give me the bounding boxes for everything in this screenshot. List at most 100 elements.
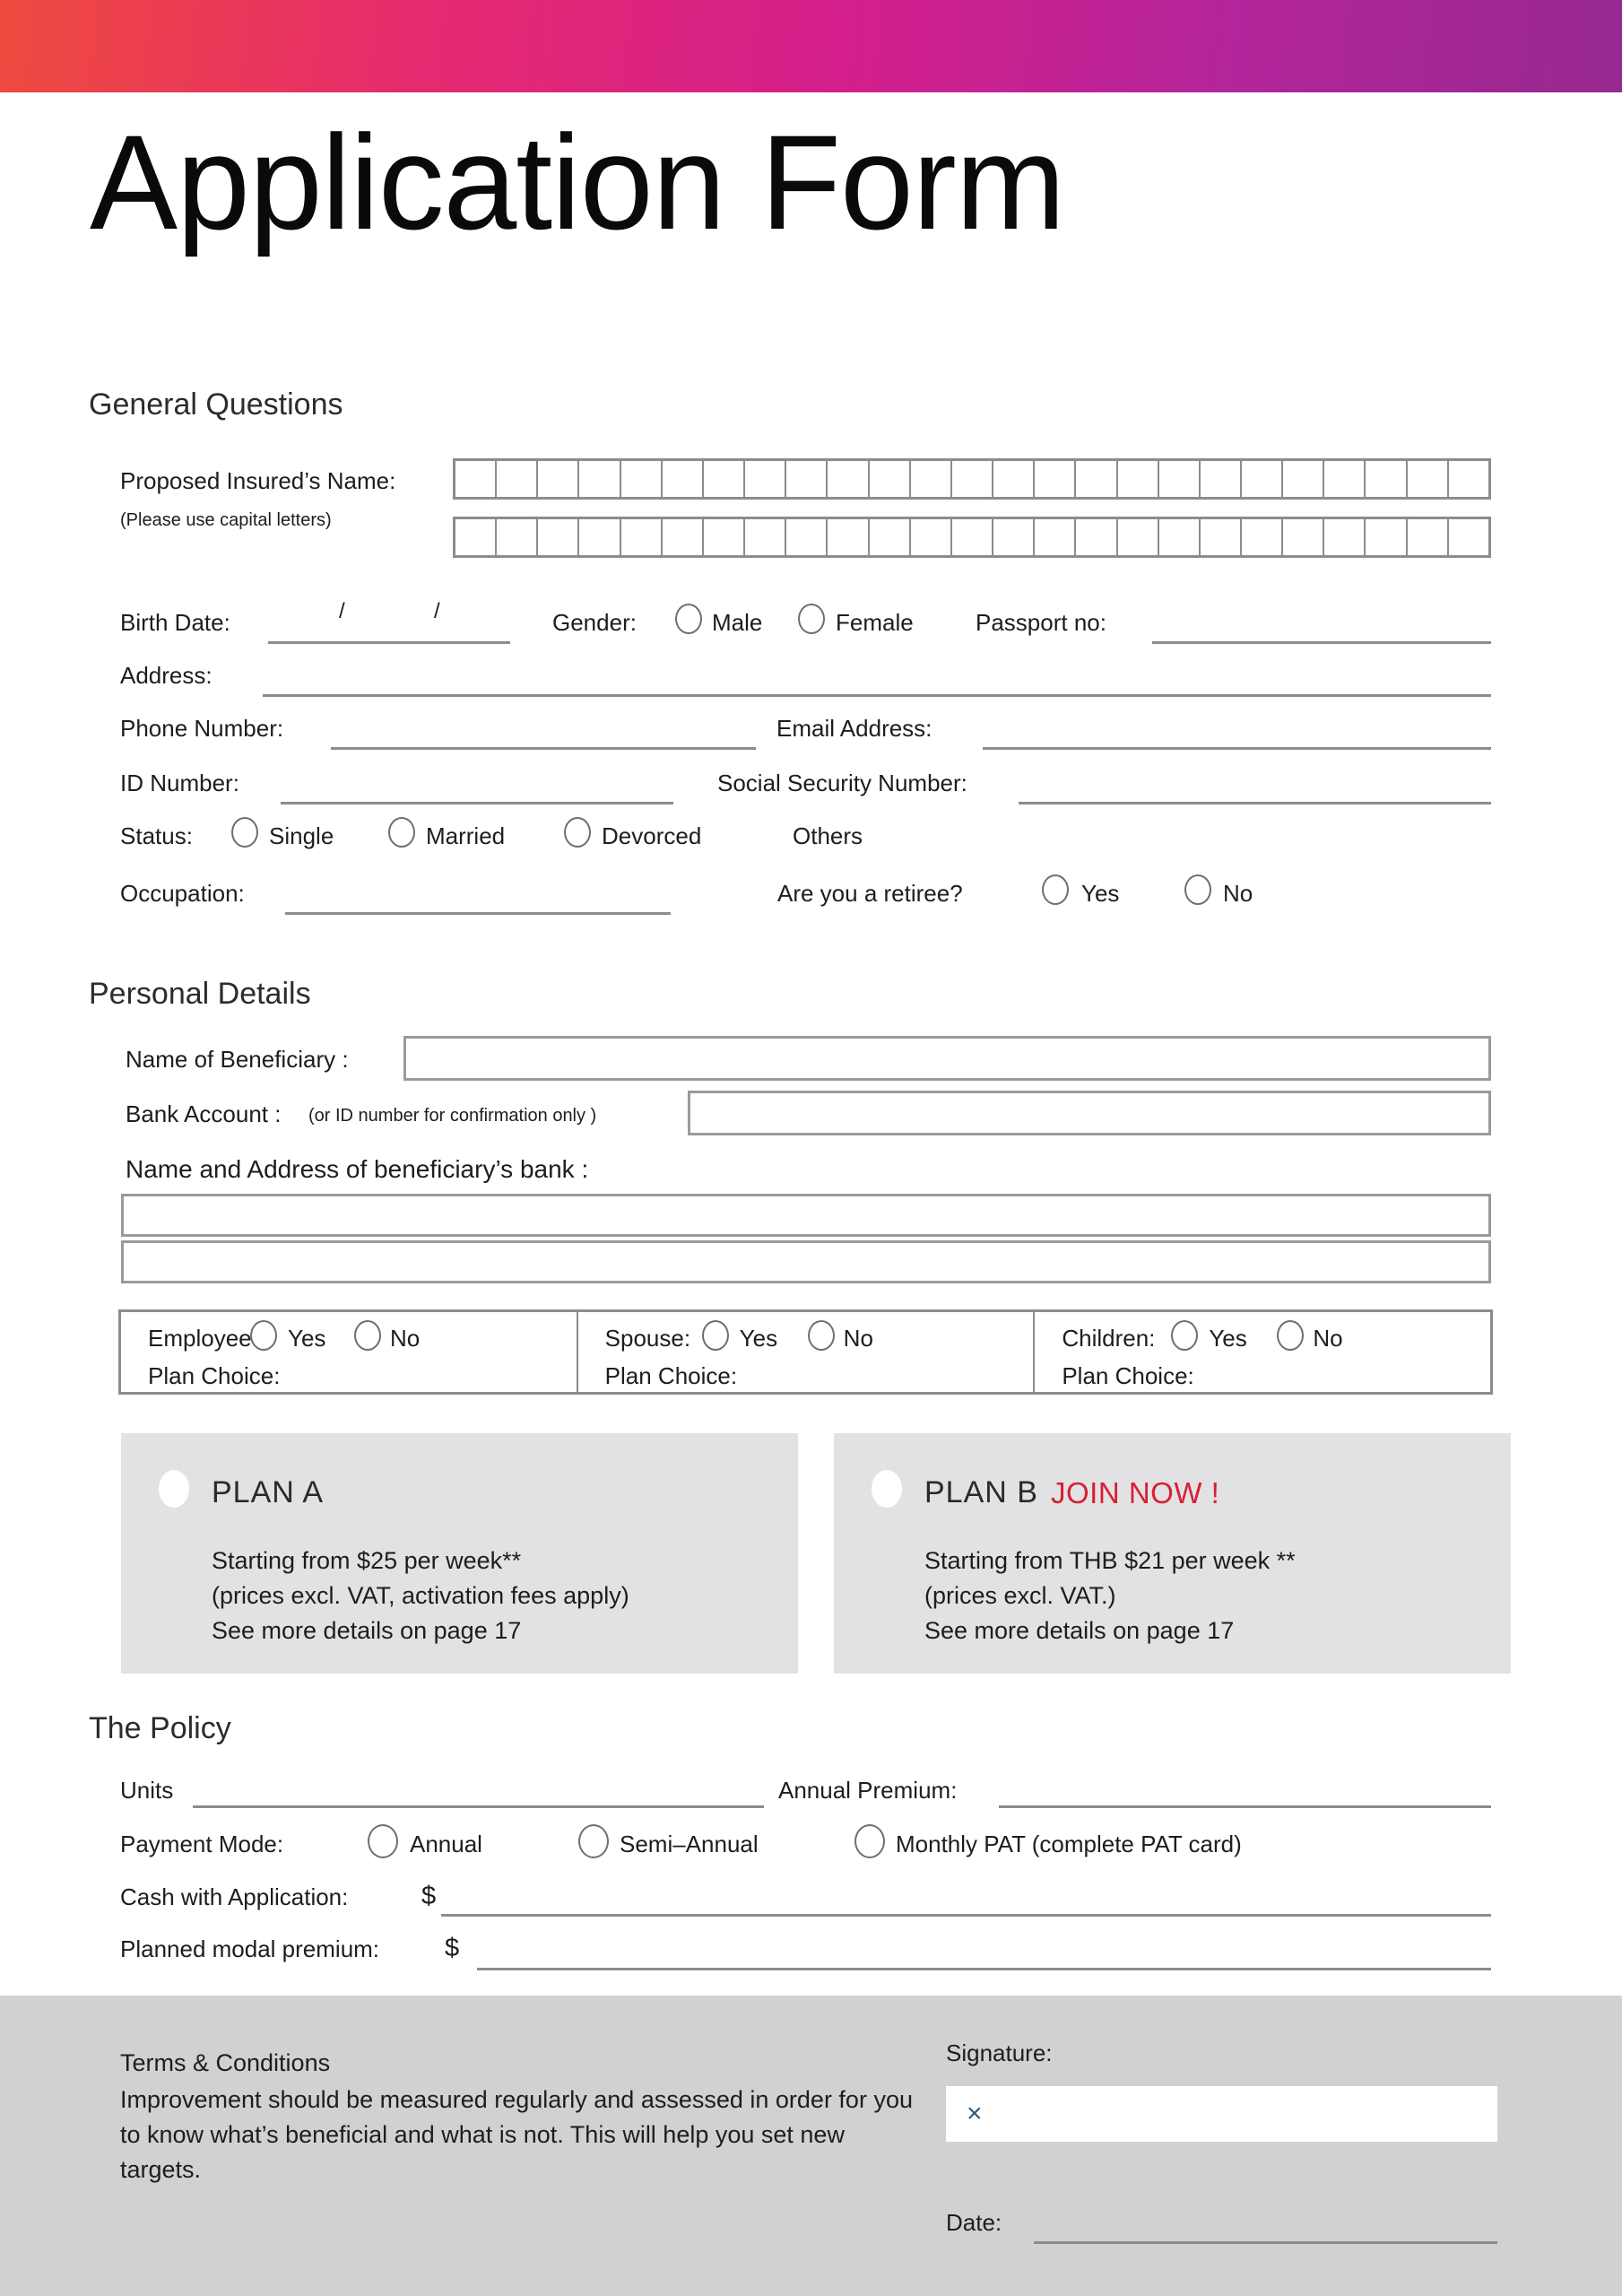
- beneficiary-name-input[interactable]: [403, 1036, 1491, 1081]
- insured-name-row1-input[interactable]: [453, 458, 1491, 500]
- name-character-cell[interactable]: [704, 461, 746, 497]
- page-title: Application Form: [90, 107, 1065, 257]
- name-character-cell[interactable]: [952, 461, 994, 497]
- name-character-cell[interactable]: [828, 461, 870, 497]
- plan-b-radio[interactable]: [872, 1470, 902, 1508]
- retiree-question-label: Are you a retiree?: [777, 880, 963, 907]
- plan-b-panel[interactable]: PLAN B JOIN NOW ! Starting from THB $21 …: [834, 1433, 1511, 1674]
- terms-conditions-title: Terms & Conditions: [120, 2049, 331, 2076]
- insured-name-row2-input[interactable]: [453, 517, 1491, 558]
- gender-male-radio[interactable]: [675, 604, 702, 634]
- name-character-cell[interactable]: [1159, 519, 1201, 555]
- name-character-cell[interactable]: [663, 519, 704, 555]
- coverage-no-radio[interactable]: [354, 1320, 381, 1351]
- status-single-radio[interactable]: [231, 817, 258, 848]
- name-character-cell[interactable]: [704, 519, 746, 555]
- name-character-cell[interactable]: [1366, 519, 1408, 555]
- name-character-cell[interactable]: [1118, 519, 1159, 555]
- name-character-cell[interactable]: [1118, 461, 1159, 497]
- name-character-cell[interactable]: [1076, 461, 1118, 497]
- status-married-radio[interactable]: [388, 817, 415, 848]
- passport-no-input[interactable]: [1152, 641, 1491, 644]
- payment-mode-monthly-pat-radio[interactable]: [854, 1824, 885, 1858]
- name-character-cell[interactable]: [1283, 519, 1325, 555]
- coverage-no-radio[interactable]: [1277, 1320, 1305, 1351]
- coverage-yes-radio[interactable]: [250, 1320, 277, 1351]
- name-character-cell[interactable]: [870, 461, 911, 497]
- name-character-cell[interactable]: [745, 461, 787, 497]
- payment-mode-monthly-pat-label: Monthly PAT (complete PAT card): [896, 1831, 1242, 1857]
- name-character-cell[interactable]: [870, 519, 911, 555]
- coverage-no-radio[interactable]: [807, 1320, 835, 1351]
- name-character-cell[interactable]: [1408, 519, 1449, 555]
- name-character-cell[interactable]: [579, 461, 621, 497]
- plan-a-radio[interactable]: [159, 1470, 189, 1508]
- bank-address-line1-input[interactable]: [121, 1194, 1491, 1237]
- name-character-cell[interactable]: [621, 519, 663, 555]
- name-character-cell[interactable]: [538, 519, 580, 555]
- name-character-cell[interactable]: [1283, 461, 1325, 497]
- name-character-cell[interactable]: [786, 461, 828, 497]
- name-character-cell[interactable]: [1242, 461, 1284, 497]
- birth-date-input[interactable]: [268, 641, 510, 644]
- address-input[interactable]: [263, 694, 1491, 697]
- name-character-cell[interactable]: [1242, 519, 1284, 555]
- cash-with-application-input[interactable]: [441, 1914, 1491, 1917]
- retiree-no-radio[interactable]: [1184, 874, 1211, 905]
- name-character-cell[interactable]: [538, 461, 580, 497]
- name-character-cell[interactable]: [663, 461, 704, 497]
- retiree-yes-radio[interactable]: [1042, 874, 1069, 905]
- name-character-cell[interactable]: [1035, 519, 1077, 555]
- name-character-cell[interactable]: [993, 519, 1036, 555]
- birth-date-separator-1: /: [339, 599, 345, 623]
- payment-mode-annual-label: Annual: [410, 1831, 482, 1857]
- name-character-cell[interactable]: [786, 519, 828, 555]
- name-character-cell[interactable]: [1201, 519, 1242, 555]
- payment-mode-semi-annual-radio[interactable]: [578, 1824, 609, 1858]
- name-character-cell[interactable]: [1159, 461, 1201, 497]
- units-input[interactable]: [193, 1805, 764, 1808]
- phone-number-input[interactable]: [331, 747, 756, 750]
- coverage-yes-radio[interactable]: [1171, 1320, 1199, 1351]
- name-character-cell[interactable]: [1408, 461, 1449, 497]
- name-character-cell[interactable]: [1324, 519, 1366, 555]
- coverage-yes-radio[interactable]: [701, 1320, 729, 1351]
- signature-input[interactable]: ×: [946, 2086, 1497, 2142]
- name-character-cell[interactable]: [1076, 519, 1118, 555]
- name-character-cell[interactable]: [497, 461, 539, 497]
- id-number-input[interactable]: [281, 802, 673, 804]
- name-character-cell[interactable]: [1201, 461, 1242, 497]
- status-divorced-radio[interactable]: [564, 817, 591, 848]
- plan-b-line-2: (prices excl. VAT.): [924, 1582, 1116, 1609]
- signature-label: Signature:: [946, 2039, 1053, 2066]
- social-security-number-input[interactable]: [1019, 802, 1491, 804]
- name-character-cell[interactable]: [1035, 461, 1077, 497]
- payment-mode-annual-radio[interactable]: [368, 1824, 398, 1858]
- name-character-cell[interactable]: [745, 519, 787, 555]
- planned-modal-premium-input[interactable]: [477, 1968, 1491, 1970]
- bank-account-input[interactable]: [688, 1091, 1491, 1135]
- name-character-cell[interactable]: [1324, 461, 1366, 497]
- name-character-cell[interactable]: [455, 461, 498, 497]
- name-character-cell[interactable]: [911, 461, 952, 497]
- name-character-cell[interactable]: [579, 519, 621, 555]
- bank-address-line2-input[interactable]: [121, 1240, 1491, 1283]
- name-character-cell[interactable]: [952, 519, 994, 555]
- plan-a-title: PLAN A: [212, 1475, 325, 1509]
- date-input[interactable]: [1034, 2241, 1497, 2244]
- coverage-name-label: Children:: [1062, 1325, 1156, 1352]
- plan-a-panel[interactable]: PLAN A Starting from $25 per week** (pri…: [121, 1433, 798, 1674]
- name-character-cell[interactable]: [1449, 519, 1488, 555]
- gender-female-radio[interactable]: [798, 604, 825, 634]
- name-character-cell[interactable]: [621, 461, 663, 497]
- name-character-cell[interactable]: [497, 519, 539, 555]
- name-character-cell[interactable]: [828, 519, 870, 555]
- name-character-cell[interactable]: [1366, 461, 1408, 497]
- name-character-cell[interactable]: [993, 461, 1036, 497]
- annual-premium-input[interactable]: [999, 1805, 1491, 1808]
- name-character-cell[interactable]: [455, 519, 498, 555]
- occupation-input[interactable]: [285, 912, 671, 915]
- name-character-cell[interactable]: [1449, 461, 1488, 497]
- email-address-input[interactable]: [983, 747, 1491, 750]
- name-character-cell[interactable]: [911, 519, 952, 555]
